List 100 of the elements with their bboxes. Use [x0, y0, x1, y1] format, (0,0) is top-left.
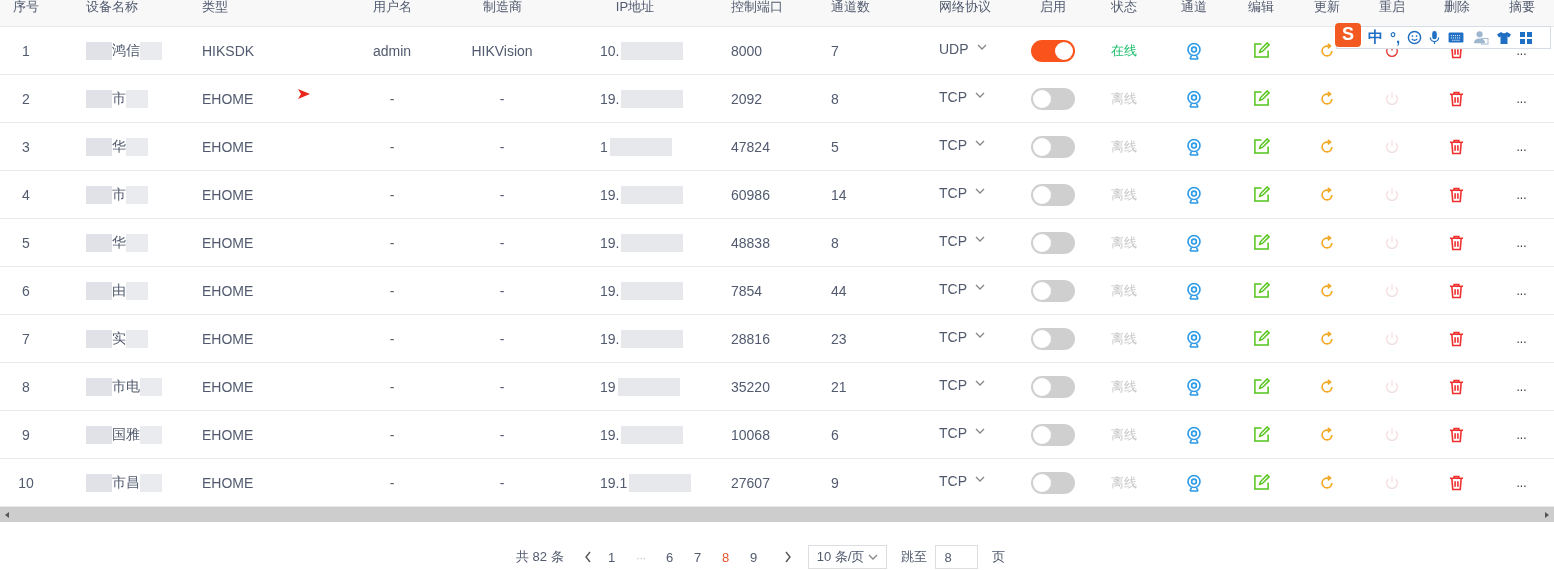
table-cell: 8 — [831, 234, 839, 251]
refresh-icon[interactable] — [1318, 138, 1335, 155]
jump-label: 跳至 — [901, 548, 928, 566]
more-link[interactable]: ... — [1516, 379, 1527, 394]
toggle-switch[interactable] — [1031, 471, 1075, 494]
toggle-switch[interactable] — [1031, 231, 1075, 254]
page-number[interactable]: 1 — [607, 549, 616, 565]
webcam-icon[interactable] — [1186, 185, 1202, 204]
edit-icon[interactable] — [1252, 234, 1270, 251]
refresh-icon[interactable] — [1318, 42, 1335, 59]
punctuation-toggle[interactable]: °, — [1390, 29, 1401, 46]
protocol-select[interactable]: TCP — [939, 424, 985, 441]
protocol-select[interactable]: TCP — [939, 280, 985, 297]
edit-icon[interactable] — [1252, 378, 1270, 395]
more-link[interactable]: ... — [1516, 475, 1527, 490]
toggle-switch[interactable] — [1031, 279, 1075, 302]
shirt-icon[interactable] — [1496, 30, 1513, 45]
edit-icon[interactable] — [1252, 330, 1270, 347]
protocol-select[interactable]: TCP — [939, 136, 985, 153]
page-number[interactable]: 7 — [693, 549, 702, 565]
webcam-icon[interactable] — [1186, 233, 1202, 252]
delete-icon[interactable] — [1449, 474, 1464, 491]
next-page-icon[interactable] — [783, 551, 792, 563]
edit-icon[interactable] — [1252, 186, 1270, 203]
protocol-select[interactable]: UDP — [939, 40, 987, 57]
protocol-select[interactable]: TCP — [939, 472, 985, 489]
chevron-down-icon — [975, 380, 985, 386]
edit-icon[interactable] — [1252, 90, 1270, 107]
table-cell: 4 — [22, 186, 30, 203]
table-cell: 7854 — [731, 282, 763, 299]
delete-icon[interactable] — [1449, 330, 1464, 347]
webcam-icon[interactable] — [1186, 377, 1202, 396]
edit-icon[interactable] — [1252, 426, 1270, 443]
more-link[interactable]: ... — [1516, 427, 1527, 442]
protocol-select[interactable]: TCP — [939, 184, 985, 201]
edit-icon[interactable] — [1252, 282, 1270, 299]
delete-icon[interactable] — [1449, 234, 1464, 251]
delete-icon[interactable] — [1449, 378, 1464, 395]
table-cell: EHOME — [202, 330, 254, 347]
delete-icon[interactable] — [1449, 186, 1464, 203]
toggle-switch[interactable] — [1031, 87, 1075, 110]
microphone-icon[interactable] — [1429, 30, 1441, 45]
redaction-block — [86, 89, 112, 108]
webcam-icon[interactable] — [1186, 137, 1202, 156]
webcam-icon[interactable] — [1186, 89, 1202, 108]
redaction-block — [86, 233, 112, 252]
more-link[interactable]: ... — [1516, 91, 1527, 106]
protocol-select[interactable]: TCP — [939, 328, 985, 345]
horizontal-scrollbar[interactable] — [0, 507, 1554, 522]
toggle-switch[interactable] — [1031, 375, 1075, 398]
table-cell: 7 — [22, 330, 30, 347]
toggle-switch[interactable] — [1031, 183, 1075, 206]
delete-icon[interactable] — [1449, 90, 1464, 107]
page-number[interactable]: 6 — [665, 549, 674, 565]
delete-icon[interactable] — [1449, 426, 1464, 443]
edit-icon[interactable] — [1252, 42, 1270, 59]
redaction-block — [86, 377, 112, 396]
page-input[interactable]: 8 — [935, 545, 979, 569]
keyboard-icon[interactable] — [1447, 31, 1466, 44]
toggle-switch[interactable] — [1031, 39, 1075, 62]
previous-page-icon[interactable] — [583, 551, 592, 563]
protocol-select[interactable]: TCP — [939, 232, 985, 249]
redaction-block — [86, 281, 112, 300]
scroll-left-icon[interactable] — [3, 510, 11, 519]
page-number[interactable]: 8 — [721, 549, 730, 565]
refresh-icon[interactable] — [1318, 474, 1335, 491]
smiley-icon[interactable] — [1407, 30, 1423, 45]
delete-icon[interactable] — [1449, 282, 1464, 299]
edit-icon[interactable] — [1252, 474, 1270, 491]
scroll-right-icon[interactable] — [1543, 510, 1551, 519]
input-mode-toggle[interactable]: 中 — [1368, 28, 1383, 47]
refresh-icon[interactable] — [1318, 186, 1335, 203]
delete-icon[interactable] — [1449, 138, 1464, 155]
refresh-icon[interactable] — [1318, 234, 1335, 251]
person-icon[interactable] — [1472, 30, 1490, 45]
refresh-icon[interactable] — [1318, 282, 1335, 299]
edit-icon[interactable] — [1252, 138, 1270, 155]
table-cell: 6 — [22, 282, 30, 299]
protocol-select[interactable]: TCP — [939, 376, 985, 393]
refresh-icon[interactable] — [1318, 426, 1335, 443]
webcam-icon[interactable] — [1186, 41, 1202, 60]
more-link[interactable]: ... — [1516, 139, 1527, 154]
more-link[interactable]: ... — [1516, 283, 1527, 298]
webcam-icon[interactable] — [1186, 473, 1202, 492]
more-link[interactable]: ... — [1516, 235, 1527, 250]
page-size-select[interactable]: 10 条/页 — [807, 545, 888, 569]
webcam-icon[interactable] — [1186, 281, 1202, 300]
refresh-icon[interactable] — [1318, 378, 1335, 395]
refresh-icon[interactable] — [1318, 90, 1335, 107]
grid-icon[interactable] — [1519, 30, 1534, 45]
more-link[interactable]: ... — [1516, 331, 1527, 346]
page-number[interactable]: 9 — [749, 549, 758, 565]
more-link[interactable]: ... — [1516, 187, 1527, 202]
toggle-switch[interactable] — [1031, 327, 1075, 350]
webcam-icon[interactable] — [1186, 329, 1202, 348]
toggle-switch[interactable] — [1031, 135, 1075, 158]
toggle-switch[interactable] — [1031, 423, 1075, 446]
webcam-icon[interactable] — [1186, 425, 1202, 444]
refresh-icon[interactable] — [1318, 330, 1335, 347]
protocol-select[interactable]: TCP — [939, 88, 985, 105]
